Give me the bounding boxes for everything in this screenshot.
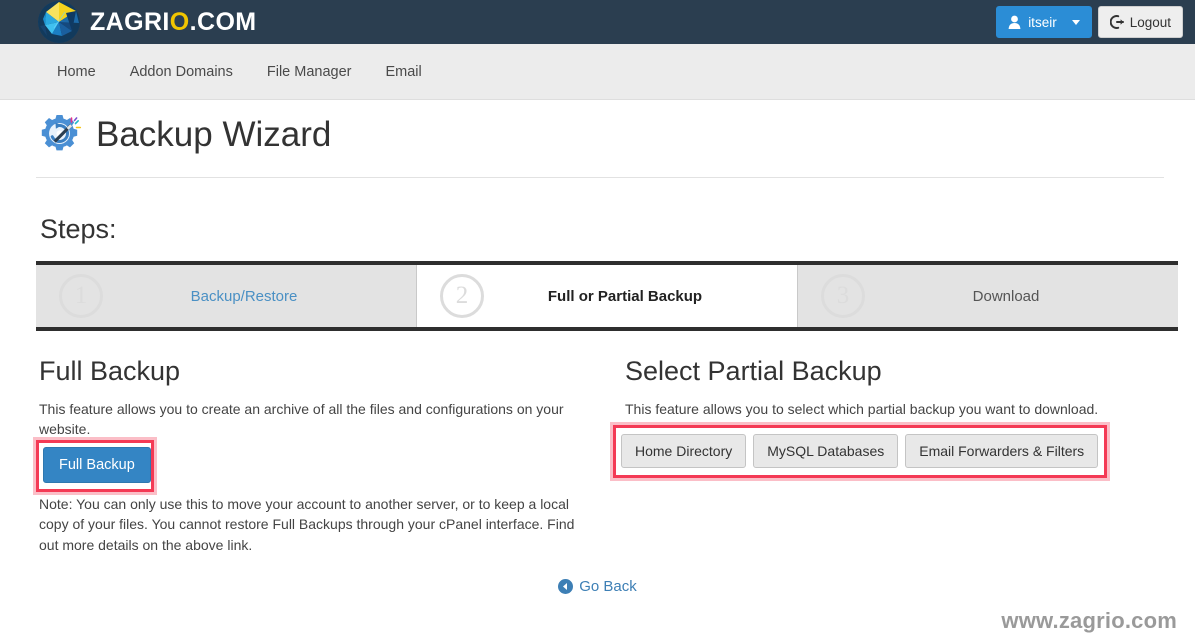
brand-tail: .COM: [189, 7, 257, 36]
title-divider: [36, 177, 1164, 178]
main-nav: Home Addon Domains File Manager Email: [0, 44, 1195, 100]
partial-backup-heading: Select Partial Backup: [625, 356, 882, 386]
nav-item-addon-domains[interactable]: Addon Domains: [113, 44, 250, 100]
top-bar: ZAGRIO.COM itseir Logout: [0, 0, 1195, 44]
site-watermark: www.zagrio.com: [1001, 608, 1177, 633]
partial-backup-buttons: Home Directory MySQL Databases Email For…: [621, 434, 1099, 468]
step-1-number: 1: [59, 274, 103, 318]
brand-accent: O: [169, 7, 190, 36]
step-1-backup-restore[interactable]: 1 Backup/Restore: [36, 265, 416, 327]
full-backup-note: Note: You can only use this to move your…: [39, 496, 575, 553]
topbar-actions: itseir Logout: [996, 6, 1183, 38]
brand-text: ZAGRIO.COM: [90, 7, 257, 36]
mysql-databases-button[interactable]: MySQL Databases: [753, 434, 899, 468]
go-back-area: Go Back: [0, 578, 1195, 599]
nav-item-email[interactable]: Email: [368, 44, 438, 100]
home-directory-button[interactable]: Home Directory: [621, 434, 747, 468]
partial-backup-description: This feature allows you to select which …: [625, 401, 1099, 417]
full-backup-heading: Full Backup: [39, 356, 181, 386]
logout-icon: [1109, 15, 1124, 29]
step-2-number: 2: [440, 274, 484, 318]
zagrio-logo-icon: [38, 1, 80, 43]
partial-backup-section: Select Partial Backup This feature allow…: [625, 356, 1170, 419]
step-2-full-or-partial-backup[interactable]: 2 Full or Partial Backup: [416, 265, 797, 327]
go-back-label: Go Back: [579, 578, 637, 595]
chevron-down-icon: [1071, 19, 1080, 25]
nav-item-home[interactable]: Home: [40, 44, 113, 100]
go-back-link[interactable]: Go Back: [558, 578, 637, 595]
full-backup-button[interactable]: Full Backup: [43, 447, 151, 483]
step-3-number: 3: [821, 274, 865, 318]
email-forwarders-filters-button[interactable]: Email Forwarders & Filters: [905, 434, 1099, 468]
backup-wizard-gear-wand-icon: [38, 112, 84, 158]
step-3-download[interactable]: 3 Download: [797, 265, 1178, 327]
nav-items: Home Addon Domains File Manager Email: [40, 44, 439, 100]
user-menu-button[interactable]: itseir: [996, 6, 1092, 38]
nav-item-file-manager[interactable]: File Manager: [250, 44, 369, 100]
full-backup-description: This feature allows you to create an arc…: [39, 401, 564, 438]
page-header: Backup Wizard: [38, 112, 331, 158]
brand[interactable]: ZAGRIO.COM: [38, 0, 257, 44]
logout-label: Logout: [1129, 14, 1171, 30]
page-title: Backup Wizard: [96, 114, 332, 154]
user-icon: [1008, 15, 1021, 29]
arrow-left-circle-icon: [558, 579, 574, 594]
full-backup-button-wrap: Full Backup: [43, 447, 151, 483]
steps-heading: Steps:: [40, 214, 117, 244]
full-backup-section: Full Backup This feature allows you to c…: [39, 356, 599, 440]
steps-bar: 1 Backup/Restore 2 Full or Partial Backu…: [36, 261, 1178, 331]
logout-button[interactable]: Logout: [1097, 6, 1183, 38]
user-menu-label: itseir: [1028, 14, 1057, 30]
brand-main: ZAGRI: [90, 7, 170, 36]
